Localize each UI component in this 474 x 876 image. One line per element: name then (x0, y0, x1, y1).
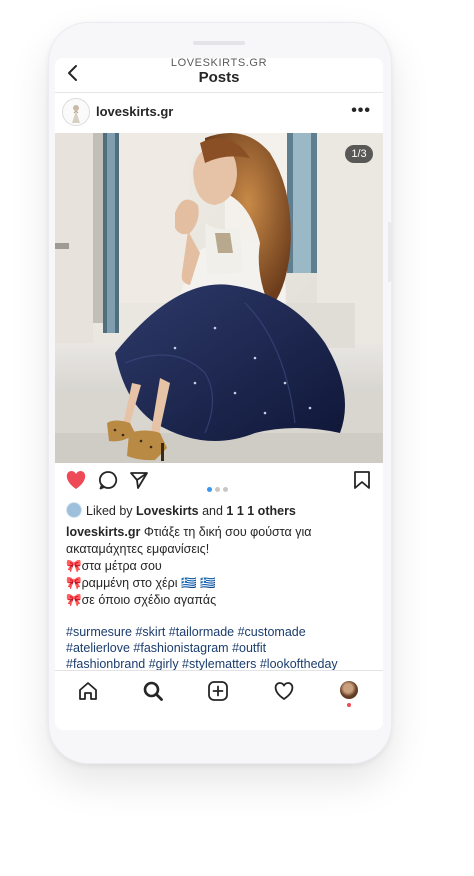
activity-heart-icon[interactable] (273, 680, 295, 702)
caption-username[interactable]: loveskirts.gr (66, 525, 140, 539)
phone-side-button (388, 222, 392, 282)
liker-avatar (66, 502, 82, 518)
phone-speaker (193, 41, 245, 45)
hashtag-line[interactable]: #surmesure #skirt #tailormade #customade (66, 624, 378, 640)
carousel-dot (223, 487, 228, 492)
likes-prefix: Liked by (86, 504, 133, 518)
post-photo[interactable]: 1/3 (55, 133, 383, 463)
search-icon[interactable] (142, 680, 164, 702)
add-icon[interactable] (207, 680, 229, 702)
hashtag-line[interactable]: #atelierlove #fashionistagram #outfit (66, 640, 378, 656)
bottom-tab-bar (55, 670, 383, 713)
likes-joiner: and (202, 504, 223, 518)
page-title: Posts (198, 69, 240, 86)
post-header: loveskirts.gr ••• (55, 92, 383, 132)
post-actions (55, 470, 383, 494)
liker-username[interactable]: Loveskirts (136, 504, 199, 518)
comment-icon[interactable] (98, 470, 118, 490)
heart-icon[interactable] (65, 470, 87, 490)
carousel-dot (215, 487, 220, 492)
image-counter: 1/3 (345, 145, 373, 163)
post-image (55, 133, 383, 463)
likes-summary[interactable]: Liked by Loveskirts and 1 1 1 others (66, 502, 296, 518)
home-icon[interactable] (77, 680, 99, 702)
caption-line: 🎀ραμμένη στο χέρι 🇬🇷 🇬🇷 (66, 576, 216, 590)
profile-avatar-icon[interactable] (340, 681, 358, 699)
watermark: LOVESKIRTS.GR (170, 58, 268, 69)
post-caption: loveskirts.gr Φτιάξε τη δική σου φούστα … (66, 524, 376, 609)
notification-dot (347, 703, 351, 707)
caption-line: 🎀στα μέτρα σου (66, 559, 162, 573)
carousel-indicator (207, 479, 231, 497)
share-icon[interactable] (129, 470, 149, 490)
bookmark-icon[interactable] (353, 470, 371, 490)
caption-line: 🎀σε όποιο σχέδιο αγαπάς (66, 593, 217, 607)
app-screen: LOVESKIRTS.GR Posts loveskirts.gr ••• 1/… (55, 58, 383, 730)
more-options-icon[interactable]: ••• (351, 102, 371, 120)
caption-line: Φτιάξε τη δική σου φούστα για (143, 525, 312, 539)
likes-count[interactable]: 1 1 1 others (226, 504, 295, 518)
user-avatar[interactable] (62, 98, 90, 126)
post-username[interactable]: loveskirts.gr (96, 104, 173, 119)
caption-line: ακαταμάχητες εμφανίσεις! (66, 542, 210, 556)
carousel-dot-active (207, 487, 212, 492)
hashtags: #surmesure #skirt #tailormade #customade… (66, 624, 378, 672)
top-nav: LOVESKIRTS.GR Posts (55, 58, 383, 93)
